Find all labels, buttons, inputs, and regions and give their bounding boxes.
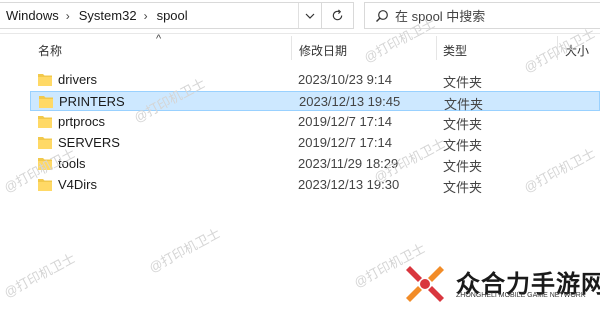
toolbar: Windows › System32 › spool 在 spool 中搜索	[0, 0, 600, 34]
column-size[interactable]: 大小	[565, 42, 589, 59]
brand-logo: 众合力手游网 ZHONGHELI MOBILE GAME NETWORK	[400, 262, 600, 307]
file-date: 2023/12/13 19:45	[299, 94, 401, 109]
chevron-right-icon[interactable]: ›	[141, 9, 151, 23]
column-divider[interactable]	[557, 36, 558, 60]
file-name: tools	[58, 156, 86, 171]
file-date: 2019/12/7 17:14	[298, 114, 392, 129]
breadcrumb-windows[interactable]: Windows	[0, 8, 63, 23]
folder-icon	[38, 137, 52, 149]
file-type: 文件夹	[443, 159, 483, 174]
refresh-button[interactable]	[322, 2, 354, 29]
breadcrumb-spool[interactable]: spool	[151, 8, 192, 23]
file-date: 2023/10/23 9:14	[298, 72, 392, 87]
sort-up-icon: ^	[156, 33, 162, 45]
chevron-right-icon[interactable]: ›	[63, 9, 73, 23]
brand-subtitle: ZHONGHELI MOBILE GAME NETWORK	[456, 292, 586, 299]
chevron-down-icon[interactable]	[298, 3, 321, 28]
search-placeholder: 在 spool 中搜索	[395, 9, 486, 24]
folder-icon	[38, 116, 52, 128]
file-name: prtprocs	[58, 114, 105, 129]
search-icon	[376, 9, 388, 22]
folder-icon	[38, 158, 52, 170]
file-type: 文件夹	[443, 180, 483, 195]
column-type[interactable]: 类型	[443, 42, 467, 59]
file-date: 2019/12/7 17:14	[298, 135, 392, 150]
list-item[interactable]: tools 2023/11/29 18:29 文件夹	[30, 154, 600, 174]
list-item[interactable]: drivers 2023/10/23 9:14 文件夹	[30, 70, 600, 90]
watermark-text: @打印机卫士	[146, 225, 223, 276]
file-name: SERVERS	[58, 135, 120, 150]
list-item[interactable]: V4Dirs 2023/12/13 19:30 文件夹	[30, 175, 600, 195]
watermark-text: @打印机卫士	[1, 250, 78, 301]
refresh-icon	[332, 9, 343, 21]
breadcrumb-system32[interactable]: System32	[73, 8, 141, 23]
folder-icon	[38, 179, 52, 191]
file-type: 文件夹	[444, 97, 484, 112]
column-header-row: ^ 名称 修改日期 类型 大小	[0, 33, 600, 63]
file-date: 2023/12/13 19:30	[298, 177, 400, 192]
file-type: 文件夹	[443, 138, 483, 153]
brand-logo-icon	[406, 266, 444, 302]
column-divider[interactable]	[436, 36, 437, 60]
file-name: V4Dirs	[58, 177, 98, 192]
search-input[interactable]: 在 spool 中搜索	[364, 2, 600, 29]
folder-icon	[39, 96, 53, 108]
file-type: 文件夹	[443, 75, 483, 90]
address-bar[interactable]: Windows › System32 › spool	[0, 2, 322, 29]
folder-icon	[38, 74, 52, 86]
file-name: PRINTERS	[59, 94, 125, 109]
list-item[interactable]: SERVERS 2019/12/7 17:14 文件夹	[30, 133, 600, 153]
file-type: 文件夹	[443, 117, 483, 132]
list-item[interactable]: prtprocs 2019/12/7 17:14 文件夹	[30, 112, 600, 132]
column-name[interactable]: 名称	[38, 42, 62, 59]
column-date[interactable]: 修改日期	[299, 42, 347, 59]
file-date: 2023/11/29 18:29	[298, 156, 399, 171]
column-divider[interactable]	[291, 36, 292, 60]
file-name: drivers	[58, 72, 98, 87]
list-item-selected[interactable]: PRINTERS 2023/12/13 19:45 文件夹	[30, 91, 600, 112]
